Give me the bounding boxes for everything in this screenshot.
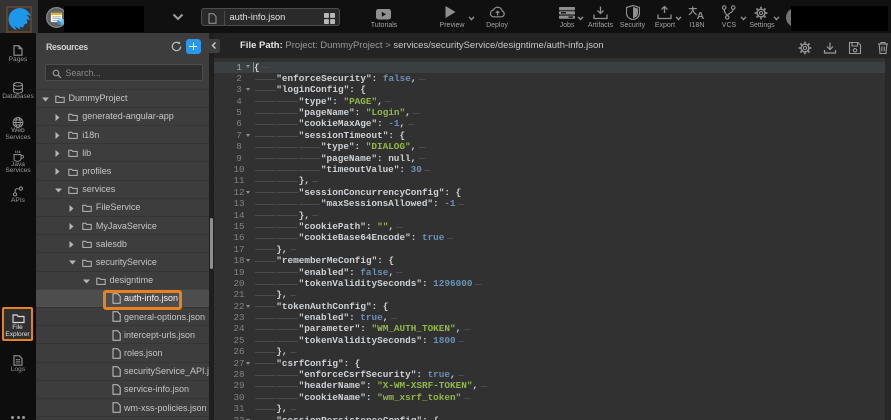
svg-text:A: A xyxy=(697,9,705,18)
